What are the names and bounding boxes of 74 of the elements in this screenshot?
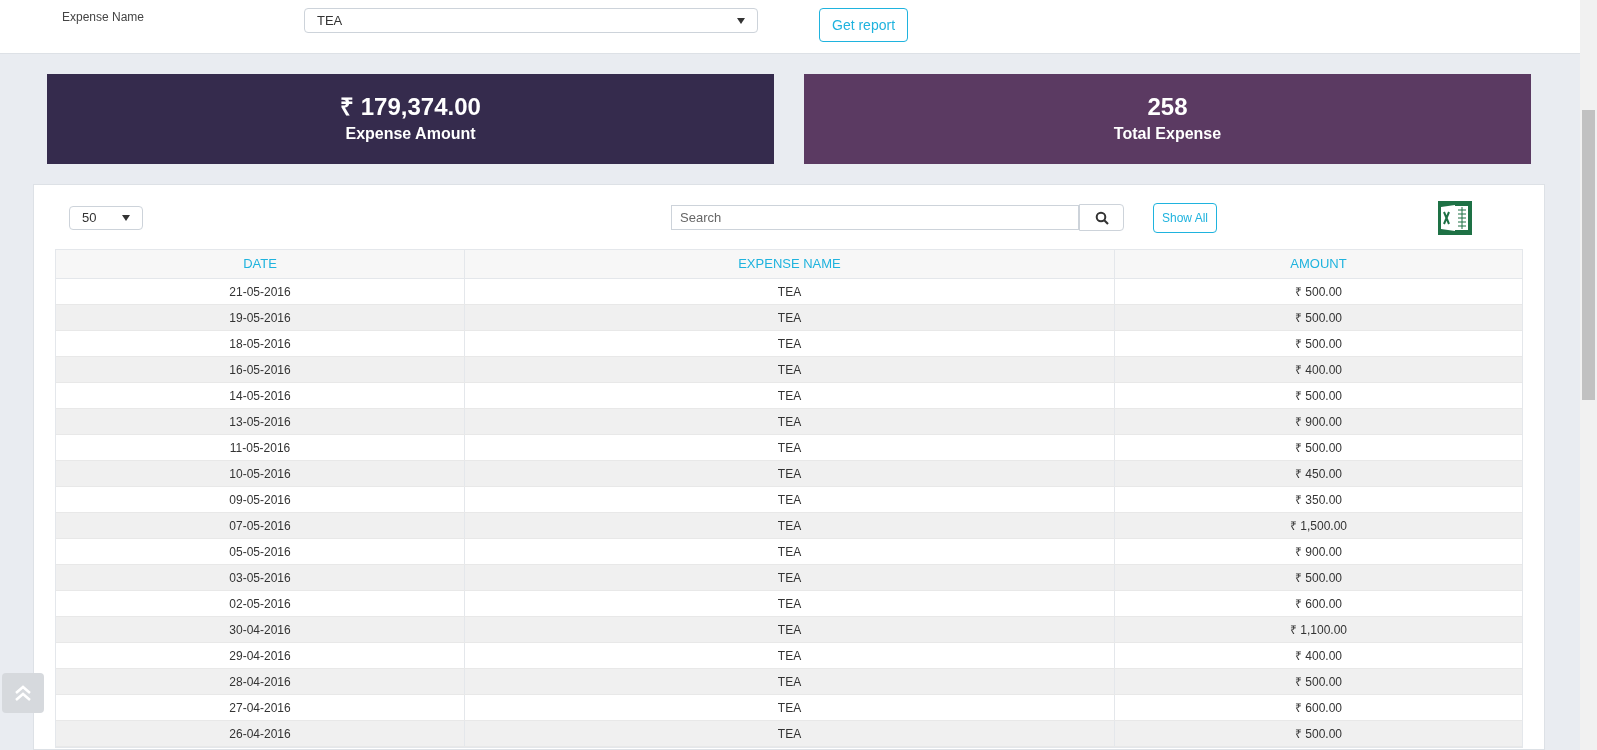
table-cell: 18-05-2016 <box>56 331 465 356</box>
table-cell-text: ₹ 500.00 <box>1293 725 1343 743</box>
table-cell: 07-05-2016 <box>56 513 465 538</box>
table-cell: TEA <box>465 643 1115 668</box>
table-cell: 28-04-2016 <box>56 669 465 694</box>
stat-value: 258 <box>1147 92 1188 122</box>
table-cell: TEA <box>465 279 1115 304</box>
table-cell-text: ₹ 500.00 <box>1293 309 1343 327</box>
spreadsheet-icon[interactable] <box>1438 200 1473 235</box>
back-to-top-button[interactable] <box>2 673 44 713</box>
table-cell: 09-05-2016 <box>56 487 465 512</box>
table-cell-text: ₹ 500.00 <box>1293 569 1343 587</box>
table-cell: TEA <box>465 487 1115 512</box>
page-size-select[interactable]: 50 <box>69 205 143 230</box>
table-cell: 10-05-2016 <box>56 461 465 486</box>
table-cell: TEA <box>465 513 1115 538</box>
table-cell: TEA <box>465 305 1115 330</box>
table-cell-text: ₹ 400.00 <box>1293 361 1343 379</box>
table-cell: TEA <box>465 539 1115 564</box>
table-cell: TEA <box>465 565 1115 590</box>
column-header: DATE <box>56 250 465 278</box>
table-cell: TEA <box>465 695 1115 720</box>
table-cell: TEA <box>465 591 1115 616</box>
table-cell: 29-04-2016 <box>56 643 465 668</box>
table-cell: TEA <box>465 409 1115 434</box>
search-icon <box>1094 210 1109 225</box>
table-cell: TEA <box>465 435 1115 460</box>
stat-label: Total Expense <box>1113 124 1222 144</box>
table-cell: 19-05-2016 <box>56 305 465 330</box>
table-cell-text: ₹ 900.00 <box>1293 543 1343 561</box>
table-cell: TEA <box>465 669 1115 694</box>
table-cell-text: ₹ 500.00 <box>1293 335 1343 353</box>
table-cell-text: ₹ 500.00 <box>1293 673 1343 691</box>
table-cell: TEA <box>465 331 1115 356</box>
table-cell: 27-04-2016 <box>56 695 465 720</box>
caret-icon <box>122 214 130 221</box>
table-cell-text: ₹ 500.00 <box>1293 439 1343 457</box>
table-cell-text: ₹ 600.00 <box>1293 699 1343 717</box>
caret-icon <box>737 17 745 24</box>
table-cell-text: ₹ 500.00 <box>1293 387 1343 405</box>
table-cell: 11-05-2016 <box>56 435 465 460</box>
table-cell: TEA <box>465 461 1115 486</box>
column-header: AMOUNT <box>1289 255 1348 274</box>
table-cell-text: ₹ 600.00 <box>1293 595 1343 613</box>
search-button[interactable] <box>1079 204 1124 231</box>
table-cell: 13-05-2016 <box>56 409 465 434</box>
table-cell: TEA <box>465 721 1115 746</box>
table-cell-text: ₹ 1,500.00 <box>1288 517 1348 535</box>
stat-label: Expense Amount <box>345 124 476 144</box>
table-cell-text: ₹ 1,100.00 <box>1288 621 1348 639</box>
table-cell-text: ₹ 350.00 <box>1293 491 1343 509</box>
scrollbar[interactable] <box>1580 0 1597 750</box>
table-cell: 30-04-2016 <box>56 617 465 642</box>
expense-select[interactable]: TEA <box>304 8 758 33</box>
double-chevron-up-icon <box>14 684 32 702</box>
table-cell: TEA <box>465 383 1115 408</box>
table-cell: 21-05-2016 <box>56 279 465 304</box>
column-header: EXPENSE NAME <box>465 250 1115 278</box>
table-cell: 03-05-2016 <box>56 565 465 590</box>
search-field[interactable]: Search <box>671 205 1079 230</box>
table-cell-text: ₹ 400.00 <box>1293 647 1343 665</box>
table-cell: TEA <box>465 357 1115 382</box>
scrollbar-thumb[interactable] <box>1582 110 1595 400</box>
stat-value: ₹ 179,374.00 <box>340 92 481 122</box>
table-cell-text: ₹ 450.00 <box>1293 465 1343 483</box>
table-cell: 14-05-2016 <box>56 383 465 408</box>
table-cell: TEA <box>465 617 1115 642</box>
table-cell: 26-04-2016 <box>56 721 465 746</box>
table-cell: 16-05-2016 <box>56 357 465 382</box>
table-cell-text: ₹ 500.00 <box>1293 283 1343 301</box>
table-cell-text: ₹ 900.00 <box>1293 413 1343 431</box>
field-label: Expense Name <box>62 9 146 26</box>
table-cell: 05-05-2016 <box>56 539 465 564</box>
table-cell: 02-05-2016 <box>56 591 465 616</box>
